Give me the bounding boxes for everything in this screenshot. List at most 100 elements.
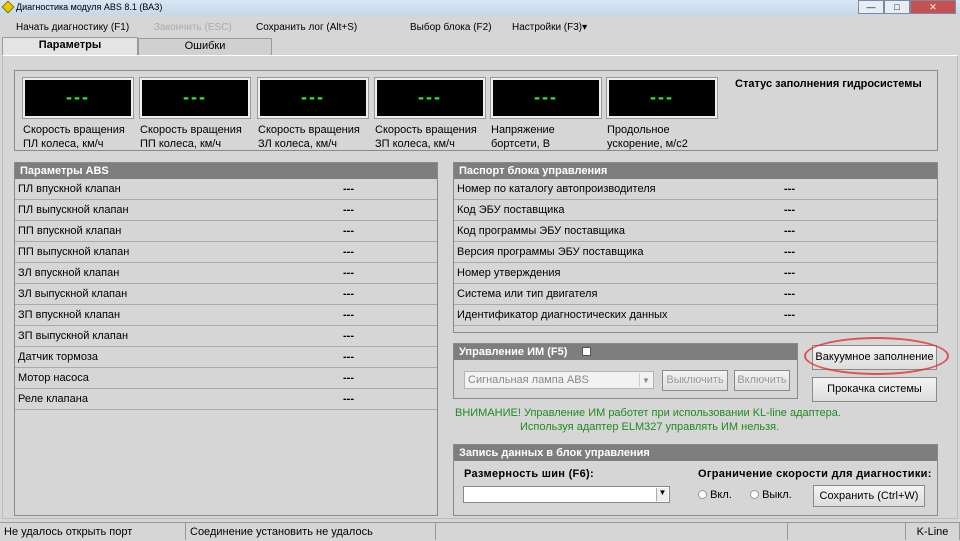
gauge-label: Продольное ускорение, м/с2 bbox=[607, 123, 688, 151]
row-value: --- bbox=[784, 309, 795, 321]
im-control-title: Управление ИМ (F5) bbox=[459, 346, 568, 358]
gauge-label-line2: ускорение, м/с2 bbox=[607, 138, 688, 150]
im-select[interactable]: Сигнальная лампа ABS ▼ bbox=[464, 371, 654, 389]
row-value: --- bbox=[343, 330, 354, 342]
radio-on[interactable]: Вкл. bbox=[698, 489, 732, 501]
warning-line2: Используя адаптер ELM327 управлять ИМ не… bbox=[520, 421, 780, 433]
turn-on-button[interactable]: Включить bbox=[734, 370, 790, 391]
minimize-button[interactable]: — bbox=[858, 0, 884, 14]
gauge-label-line1: Напряжение bbox=[491, 124, 555, 136]
table-row: ЗП выпускной клапан --- bbox=[15, 326, 437, 347]
status-connection: Соединение установить не удалось bbox=[186, 522, 436, 540]
table-row: Датчик тормоза --- bbox=[15, 347, 437, 368]
passport-panel: Паспорт блока управления Номер по катало… bbox=[453, 162, 938, 333]
table-row: Версия программы ЭБУ поставщика --- bbox=[454, 242, 937, 263]
row-value: --- bbox=[784, 204, 795, 216]
radio-off[interactable]: Выкл. bbox=[750, 489, 792, 501]
window-title: Диагностика модуля ABS 8.1 (ВАЗ) bbox=[16, 2, 163, 12]
tab-errors[interactable]: Ошибки bbox=[138, 38, 272, 55]
row-name: ЗЛ выпускной клапан bbox=[18, 288, 128, 300]
table-row: Система или тип двигателя --- bbox=[454, 284, 937, 305]
gauge-display: --- bbox=[490, 77, 602, 119]
gauge-label-line2: ЗЛ колеса, км/ч bbox=[258, 138, 338, 150]
gauge-display: --- bbox=[374, 77, 486, 119]
gauge-label-line1: Продольное bbox=[607, 124, 670, 136]
radio-circle-icon bbox=[698, 490, 707, 499]
gauge-label: Скорость вращения ЗЛ колеса, км/ч bbox=[258, 123, 360, 151]
row-value: --- bbox=[784, 183, 795, 195]
gauge-label: Скорость вращения ЗП колеса, км/ч bbox=[375, 123, 477, 151]
gauge-label: Напряжение бортсети, В bbox=[491, 123, 555, 151]
gauge-label-line2: ПЛ колеса, км/ч bbox=[23, 138, 104, 150]
gauge-label-line1: Скорость вращения bbox=[375, 124, 477, 136]
settings-menu[interactable]: Настройки (F3)▾ bbox=[512, 22, 587, 33]
row-name: Версия программы ЭБУ поставщика bbox=[457, 246, 644, 258]
gauge-label: Скорость вращения ПП колеса, км/ч bbox=[140, 123, 242, 151]
tire-size-select[interactable]: ▼ bbox=[463, 486, 670, 503]
write-panel: Запись данных в блок управления Размерно… bbox=[453, 444, 938, 516]
table-row: ПЛ впускной клапан --- bbox=[15, 179, 437, 200]
row-value: --- bbox=[343, 393, 354, 405]
tab-parameters[interactable]: Параметры bbox=[2, 37, 138, 56]
gauge-display: --- bbox=[22, 77, 134, 119]
close-button[interactable]: ✕ bbox=[910, 0, 956, 14]
radio-off-label: Выкл. bbox=[762, 489, 792, 501]
table-row: ЗЛ впускной клапан --- bbox=[15, 263, 437, 284]
row-value: --- bbox=[343, 372, 354, 384]
gauge-label-line1: Скорость вращения bbox=[140, 124, 242, 136]
table-row: ЗП впускной клапан --- bbox=[15, 305, 437, 326]
table-row: Номер утверждения --- bbox=[454, 263, 937, 284]
row-value: --- bbox=[343, 246, 354, 258]
row-name: ЗЛ впускной клапан bbox=[18, 267, 120, 279]
save-log-menu[interactable]: Сохранить лог (Alt+S) bbox=[256, 22, 357, 33]
im-control-checkbox[interactable] bbox=[582, 347, 592, 356]
row-value: --- bbox=[784, 288, 795, 300]
table-row: Код программы ЭБУ поставщика --- bbox=[454, 221, 937, 242]
write-header: Запись данных в блок управления bbox=[454, 445, 937, 461]
row-name: ПП выпускной клапан bbox=[18, 246, 130, 258]
table-row: Идентификатор диагностических данных --- bbox=[454, 305, 937, 326]
status-protocol: K-Line bbox=[906, 522, 960, 540]
start-diagnostics-menu[interactable]: Начать диагностику (F1) bbox=[16, 22, 129, 33]
row-value: --- bbox=[784, 225, 795, 237]
row-value: --- bbox=[343, 183, 354, 195]
gauge-label-line2: бортсети, В bbox=[491, 138, 551, 150]
row-name: Номер утверждения bbox=[457, 267, 561, 279]
row-name: ПП впускной клапан bbox=[18, 225, 122, 237]
save-button[interactable]: Сохранить (Ctrl+W) bbox=[813, 485, 925, 507]
table-row: Код ЭБУ поставщика --- bbox=[454, 200, 937, 221]
row-name: ЗП выпускной клапан bbox=[18, 330, 129, 342]
status-port: Не удалось открыть порт bbox=[0, 522, 186, 540]
row-name: ПЛ выпускной клапан bbox=[18, 204, 129, 216]
row-name: Датчик тормоза bbox=[18, 351, 98, 363]
bleed-system-button[interactable]: Прокачка системы bbox=[812, 377, 937, 402]
im-control-panel: Управление ИМ (F5) Сигнальная лампа ABS ▼… bbox=[453, 343, 798, 399]
row-name: Код программы ЭБУ поставщика bbox=[457, 225, 626, 237]
maximize-button[interactable]: □ bbox=[884, 0, 910, 14]
row-value: --- bbox=[343, 351, 354, 363]
select-block-menu[interactable]: Выбор блока (F2) bbox=[410, 22, 492, 33]
row-name: ЗП впускной клапан bbox=[18, 309, 121, 321]
warning-line1: ВНИМАНИЕ! Управление ИМ работет при испо… bbox=[455, 407, 841, 419]
radio-circle-icon bbox=[750, 490, 759, 499]
status-empty bbox=[436, 522, 788, 540]
gauge-label-line2: ПП колеса, км/ч bbox=[140, 138, 222, 150]
row-value: --- bbox=[343, 309, 354, 321]
gauge-display: --- bbox=[139, 77, 251, 119]
status-empty2 bbox=[788, 522, 906, 540]
row-name: Код ЭБУ поставщика bbox=[457, 204, 565, 216]
stop-menu[interactable]: Закончить (ESC) bbox=[154, 22, 232, 33]
table-row: ПЛ выпускной клапан --- bbox=[15, 200, 437, 221]
highlight-ellipse bbox=[804, 337, 949, 375]
gauge-display: --- bbox=[257, 77, 369, 119]
gauge-display: --- bbox=[606, 77, 718, 119]
row-value: --- bbox=[343, 225, 354, 237]
turn-off-button[interactable]: Выключить bbox=[662, 370, 728, 391]
radio-on-label: Вкл. bbox=[710, 489, 732, 501]
row-name: Идентификатор диагностических данных bbox=[457, 309, 668, 321]
row-value: --- bbox=[343, 267, 354, 279]
row-name: Реле клапана bbox=[18, 393, 88, 405]
passport-header: Паспорт блока управления bbox=[454, 163, 937, 179]
table-row: Мотор насоса --- bbox=[15, 368, 437, 389]
table-row: Номер по каталогу автопроизводителя --- bbox=[454, 179, 937, 200]
